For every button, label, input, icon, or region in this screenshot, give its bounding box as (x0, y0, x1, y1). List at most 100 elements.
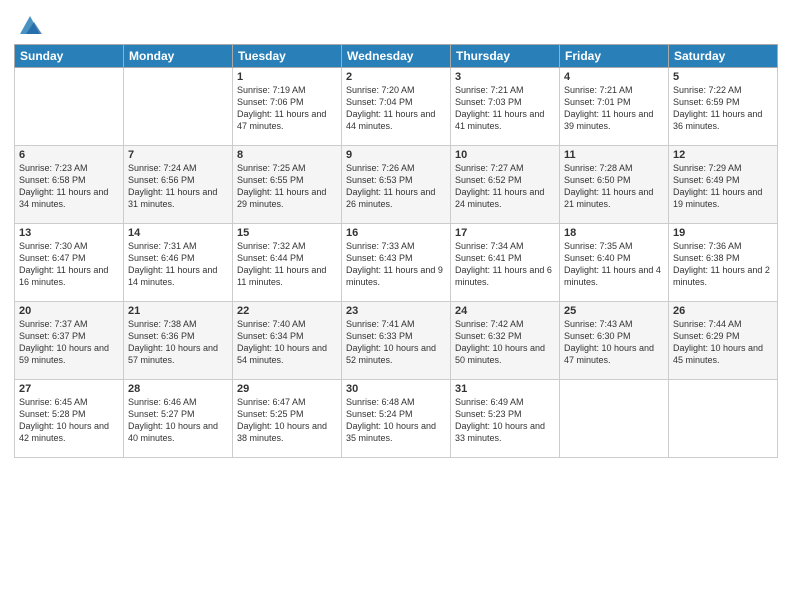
calendar-table: Sunday Monday Tuesday Wednesday Thursday… (14, 44, 778, 458)
col-wednesday: Wednesday (342, 45, 451, 68)
day-number: 10 (455, 149, 555, 161)
table-row: 21Sunrise: 7:38 AMSunset: 6:36 PMDayligh… (124, 302, 233, 380)
day-info: Sunrise: 7:29 AMSunset: 6:49 PMDaylight:… (673, 162, 773, 211)
day-number: 12 (673, 149, 773, 161)
day-info: Sunrise: 7:35 AMSunset: 6:40 PMDaylight:… (564, 240, 664, 289)
col-tuesday: Tuesday (233, 45, 342, 68)
logo-icon (16, 10, 44, 38)
day-number: 26 (673, 305, 773, 317)
day-info: Sunrise: 7:38 AMSunset: 6:36 PMDaylight:… (128, 318, 228, 367)
day-info: Sunrise: 7:30 AMSunset: 6:47 PMDaylight:… (19, 240, 119, 289)
calendar-week-row: 13Sunrise: 7:30 AMSunset: 6:47 PMDayligh… (15, 224, 778, 302)
day-info: Sunrise: 7:22 AMSunset: 6:59 PMDaylight:… (673, 84, 773, 133)
table-row: 18Sunrise: 7:35 AMSunset: 6:40 PMDayligh… (560, 224, 669, 302)
table-row: 31Sunrise: 6:49 AMSunset: 5:23 PMDayligh… (451, 380, 560, 458)
table-row: 23Sunrise: 7:41 AMSunset: 6:33 PMDayligh… (342, 302, 451, 380)
day-number: 4 (564, 71, 664, 83)
day-number: 3 (455, 71, 555, 83)
day-info: Sunrise: 7:42 AMSunset: 6:32 PMDaylight:… (455, 318, 555, 367)
day-number: 17 (455, 227, 555, 239)
col-monday: Monday (124, 45, 233, 68)
table-row: 12Sunrise: 7:29 AMSunset: 6:49 PMDayligh… (669, 146, 778, 224)
day-number: 1 (237, 71, 337, 83)
day-number: 11 (564, 149, 664, 161)
day-number: 5 (673, 71, 773, 83)
day-info: Sunrise: 6:45 AMSunset: 5:28 PMDaylight:… (19, 396, 119, 445)
table-row (669, 380, 778, 458)
day-info: Sunrise: 7:27 AMSunset: 6:52 PMDaylight:… (455, 162, 555, 211)
table-row: 2Sunrise: 7:20 AMSunset: 7:04 PMDaylight… (342, 68, 451, 146)
day-number: 8 (237, 149, 337, 161)
day-info: Sunrise: 7:28 AMSunset: 6:50 PMDaylight:… (564, 162, 664, 211)
day-info: Sunrise: 7:24 AMSunset: 6:56 PMDaylight:… (128, 162, 228, 211)
table-row: 7Sunrise: 7:24 AMSunset: 6:56 PMDaylight… (124, 146, 233, 224)
day-number: 16 (346, 227, 446, 239)
col-saturday: Saturday (669, 45, 778, 68)
day-number: 23 (346, 305, 446, 317)
calendar-header-row: Sunday Monday Tuesday Wednesday Thursday… (15, 45, 778, 68)
col-thursday: Thursday (451, 45, 560, 68)
day-info: Sunrise: 7:41 AMSunset: 6:33 PMDaylight:… (346, 318, 446, 367)
day-number: 2 (346, 71, 446, 83)
table-row: 17Sunrise: 7:34 AMSunset: 6:41 PMDayligh… (451, 224, 560, 302)
table-row: 29Sunrise: 6:47 AMSunset: 5:25 PMDayligh… (233, 380, 342, 458)
day-info: Sunrise: 7:44 AMSunset: 6:29 PMDaylight:… (673, 318, 773, 367)
day-number: 25 (564, 305, 664, 317)
header (14, 10, 778, 38)
table-row: 19Sunrise: 7:36 AMSunset: 6:38 PMDayligh… (669, 224, 778, 302)
table-row: 26Sunrise: 7:44 AMSunset: 6:29 PMDayligh… (669, 302, 778, 380)
calendar-week-row: 6Sunrise: 7:23 AMSunset: 6:58 PMDaylight… (15, 146, 778, 224)
day-number: 20 (19, 305, 119, 317)
day-number: 31 (455, 383, 555, 395)
day-number: 7 (128, 149, 228, 161)
table-row: 14Sunrise: 7:31 AMSunset: 6:46 PMDayligh… (124, 224, 233, 302)
table-row: 9Sunrise: 7:26 AMSunset: 6:53 PMDaylight… (342, 146, 451, 224)
day-info: Sunrise: 7:21 AMSunset: 7:01 PMDaylight:… (564, 84, 664, 133)
table-row: 28Sunrise: 6:46 AMSunset: 5:27 PMDayligh… (124, 380, 233, 458)
day-number: 24 (455, 305, 555, 317)
day-number: 19 (673, 227, 773, 239)
day-number: 29 (237, 383, 337, 395)
day-info: Sunrise: 7:25 AMSunset: 6:55 PMDaylight:… (237, 162, 337, 211)
day-number: 18 (564, 227, 664, 239)
table-row: 8Sunrise: 7:25 AMSunset: 6:55 PMDaylight… (233, 146, 342, 224)
table-row: 4Sunrise: 7:21 AMSunset: 7:01 PMDaylight… (560, 68, 669, 146)
day-info: Sunrise: 7:31 AMSunset: 6:46 PMDaylight:… (128, 240, 228, 289)
day-number: 28 (128, 383, 228, 395)
day-info: Sunrise: 7:32 AMSunset: 6:44 PMDaylight:… (237, 240, 337, 289)
table-row: 22Sunrise: 7:40 AMSunset: 6:34 PMDayligh… (233, 302, 342, 380)
day-info: Sunrise: 7:23 AMSunset: 6:58 PMDaylight:… (19, 162, 119, 211)
day-info: Sunrise: 7:26 AMSunset: 6:53 PMDaylight:… (346, 162, 446, 211)
day-number: 30 (346, 383, 446, 395)
day-number: 13 (19, 227, 119, 239)
page: Sunday Monday Tuesday Wednesday Thursday… (0, 0, 792, 612)
table-row: 30Sunrise: 6:48 AMSunset: 5:24 PMDayligh… (342, 380, 451, 458)
table-row: 5Sunrise: 7:22 AMSunset: 6:59 PMDaylight… (669, 68, 778, 146)
day-info: Sunrise: 7:33 AMSunset: 6:43 PMDaylight:… (346, 240, 446, 289)
table-row: 15Sunrise: 7:32 AMSunset: 6:44 PMDayligh… (233, 224, 342, 302)
day-number: 21 (128, 305, 228, 317)
day-info: Sunrise: 7:20 AMSunset: 7:04 PMDaylight:… (346, 84, 446, 133)
table-row: 25Sunrise: 7:43 AMSunset: 6:30 PMDayligh… (560, 302, 669, 380)
day-number: 22 (237, 305, 337, 317)
table-row: 11Sunrise: 7:28 AMSunset: 6:50 PMDayligh… (560, 146, 669, 224)
day-info: Sunrise: 7:36 AMSunset: 6:38 PMDaylight:… (673, 240, 773, 289)
table-row: 20Sunrise: 7:37 AMSunset: 6:37 PMDayligh… (15, 302, 124, 380)
day-number: 6 (19, 149, 119, 161)
table-row: 13Sunrise: 7:30 AMSunset: 6:47 PMDayligh… (15, 224, 124, 302)
day-number: 15 (237, 227, 337, 239)
day-info: Sunrise: 7:43 AMSunset: 6:30 PMDaylight:… (564, 318, 664, 367)
day-info: Sunrise: 6:46 AMSunset: 5:27 PMDaylight:… (128, 396, 228, 445)
table-row: 3Sunrise: 7:21 AMSunset: 7:03 PMDaylight… (451, 68, 560, 146)
col-sunday: Sunday (15, 45, 124, 68)
calendar-week-row: 27Sunrise: 6:45 AMSunset: 5:28 PMDayligh… (15, 380, 778, 458)
day-info: Sunrise: 7:34 AMSunset: 6:41 PMDaylight:… (455, 240, 555, 289)
table-row (560, 380, 669, 458)
calendar-week-row: 20Sunrise: 7:37 AMSunset: 6:37 PMDayligh… (15, 302, 778, 380)
day-info: Sunrise: 7:40 AMSunset: 6:34 PMDaylight:… (237, 318, 337, 367)
day-info: Sunrise: 6:48 AMSunset: 5:24 PMDaylight:… (346, 396, 446, 445)
day-info: Sunrise: 6:49 AMSunset: 5:23 PMDaylight:… (455, 396, 555, 445)
table-row: 24Sunrise: 7:42 AMSunset: 6:32 PMDayligh… (451, 302, 560, 380)
day-number: 9 (346, 149, 446, 161)
table-row: 10Sunrise: 7:27 AMSunset: 6:52 PMDayligh… (451, 146, 560, 224)
